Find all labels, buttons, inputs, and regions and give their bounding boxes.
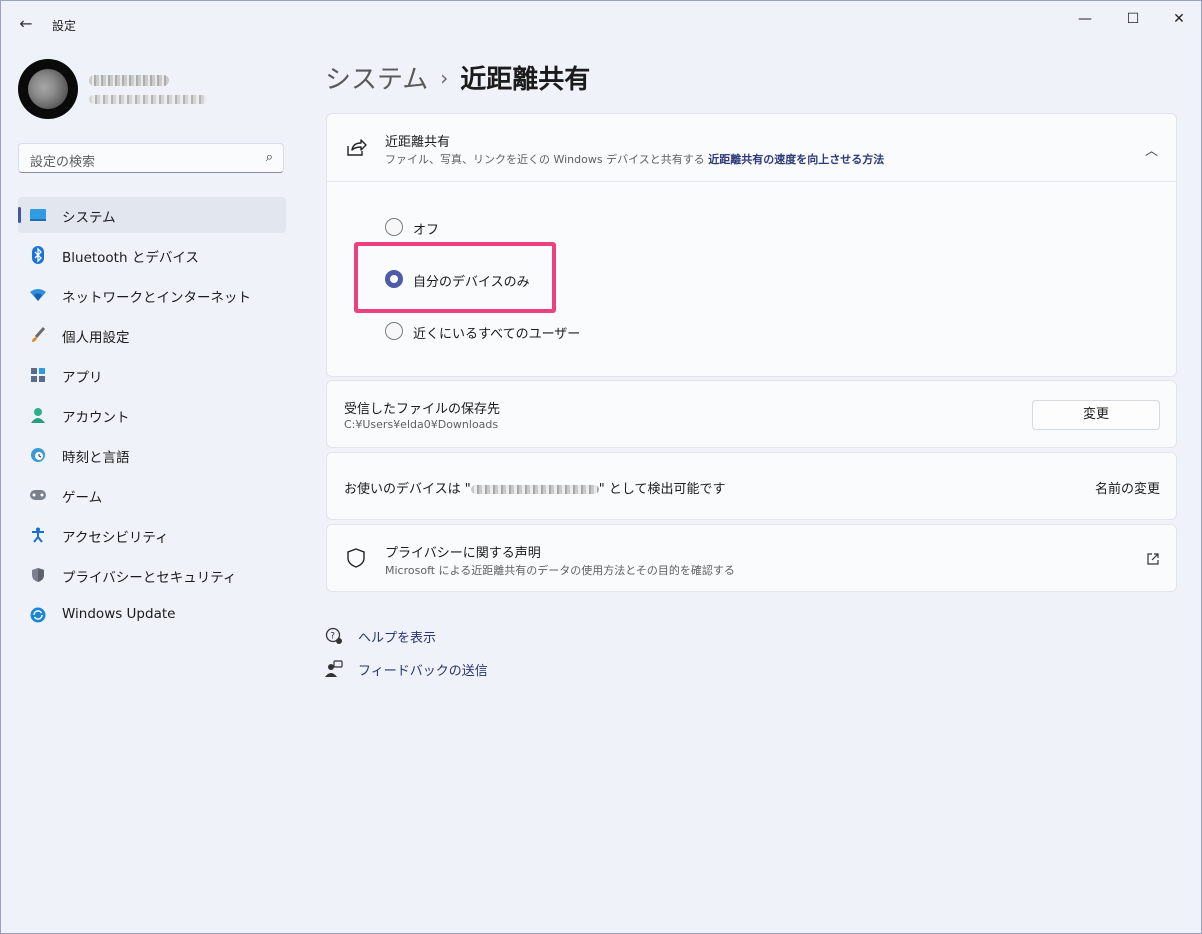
discoverable-card: お使いのデバイスは " " として検出可能です 名前の変更: [326, 452, 1177, 520]
sidebar-item-label: アカウント: [62, 410, 130, 426]
nearby-title: 近距離共有: [385, 135, 451, 150]
user-email-blurred: [89, 95, 207, 104]
nearby-speed-link[interactable]: 近距離共有の速度を向上させる方法: [708, 153, 884, 166]
feedback-label: フィードバックの送信: [358, 664, 488, 679]
radio-button[interactable]: [385, 322, 403, 340]
gamepad-icon: [29, 486, 47, 504]
user-name-blurred: [89, 75, 169, 86]
discoverable-text: お使いのデバイスは " " として検出可能です: [344, 478, 725, 497]
divider: [327, 181, 1176, 182]
rename-link[interactable]: 名前の変更: [1095, 478, 1160, 497]
accessibility-icon: [29, 526, 47, 544]
highlight-box: [354, 242, 556, 313]
privacy-card[interactable]: プライバシーに関する声明 Microsoft による近距離共有のデータの使用方法…: [326, 524, 1177, 592]
feedback-icon: [325, 660, 343, 682]
breadcrumb-parent[interactable]: システム: [325, 65, 428, 95]
sidebar-item-label: アクセシビリティ: [62, 530, 169, 546]
help-icon: ?: [325, 627, 343, 649]
bluetooth-icon: [29, 246, 47, 264]
back-arrow-icon[interactable]: ←: [15, 13, 37, 35]
chevron-right-icon: ›: [440, 66, 449, 90]
external-link-icon[interactable]: [1146, 551, 1160, 570]
save-location-title: 受信したファイルの保存先: [344, 402, 501, 417]
sidebar-item-apps[interactable]: アプリ: [18, 357, 286, 393]
account-icon: [29, 406, 47, 424]
radio-label: オフ: [413, 223, 440, 238]
sidebar-item-label: アプリ: [62, 370, 103, 386]
nearby-subtitle: ファイル、写真、リンクを近くの Windows デバイスと共有する 近距離共有の…: [385, 151, 884, 167]
sidebar-item-label: Bluetooth とデバイス: [62, 250, 199, 266]
apps-icon: [29, 366, 47, 384]
sidebar-item-label: Windows Update: [62, 606, 176, 622]
brush-icon: [29, 326, 47, 344]
nearby-subtitle-text: ファイル、写真、リンクを近くの Windows デバイスと共有する: [385, 153, 705, 166]
privacy-subtitle: Microsoft による近距離共有のデータの使用方法とその目的を確認する: [385, 564, 735, 577]
chevron-up-icon[interactable]: ︿: [1145, 140, 1158, 159]
change-button[interactable]: 変更: [1032, 400, 1160, 430]
search-input[interactable]: 設定の検索 ⌕: [18, 143, 284, 173]
sidebar-item-system[interactable]: システム: [18, 197, 286, 233]
avatar[interactable]: [18, 59, 78, 119]
moon-image: [28, 69, 68, 109]
maximize-button[interactable]: ☐: [1113, 7, 1153, 31]
sidebar-item-accounts[interactable]: アカウント: [18, 397, 286, 433]
sidebar-item-bluetooth[interactable]: Bluetooth とデバイス: [18, 237, 286, 273]
search-placeholder: 設定の検索: [30, 155, 96, 170]
app-title: 設定: [52, 19, 77, 33]
sidebar-nav: システム Bluetooth とデバイス ネットワークとインターネット 個人用設…: [18, 197, 286, 637]
sidebar-item-label: ネットワークとインターネット: [62, 290, 251, 306]
sidebar-item-label: ゲーム: [62, 490, 103, 506]
sidebar-item-label: 時刻と言語: [62, 450, 130, 466]
title-bar: ← 設定 — ☐ ✕: [1, 1, 1201, 49]
save-location-path: C:¥Users¥elda0¥Downloads: [344, 418, 499, 431]
discoverable-suffix: " として検出可能です: [598, 482, 726, 497]
sidebar-item-time-language[interactable]: 時刻と言語: [18, 437, 286, 473]
share-icon: [345, 136, 367, 158]
sidebar-item-label: システム: [62, 210, 116, 226]
shield-icon: [29, 566, 47, 584]
network-icon: [29, 286, 47, 304]
update-icon: [29, 606, 47, 624]
svg-text:?: ?: [330, 632, 335, 642]
breadcrumb: システム › 近距離共有: [325, 59, 590, 96]
system-icon: [29, 206, 47, 224]
radio-label: 近くにいるすべてのユーザー: [413, 327, 581, 342]
settings-window: ← 設定 — ☐ ✕ 設定の検索 ⌕ システム Bluetooth とデバイス: [0, 0, 1202, 934]
sidebar-item-network[interactable]: ネットワークとインターネット: [18, 277, 286, 313]
sidebar-item-accessibility[interactable]: アクセシビリティ: [18, 517, 286, 553]
search-icon: ⌕: [265, 150, 273, 165]
sidebar-item-gaming[interactable]: ゲーム: [18, 477, 286, 513]
save-location-card: 受信したファイルの保存先 C:¥Users¥elda0¥Downloads 変更: [326, 380, 1177, 448]
sidebar-item-label: 個人用設定: [62, 330, 130, 346]
sidebar-item-privacy[interactable]: プライバシーとセキュリティ: [18, 557, 286, 593]
sidebar-item-label: プライバシーとセキュリティ: [62, 570, 237, 586]
shield-outline-icon: [345, 547, 367, 569]
radio-button[interactable]: [385, 218, 403, 236]
discoverable-prefix: お使いのデバイスは ": [344, 482, 471, 497]
help-label: ヘルプを表示: [358, 631, 437, 646]
device-name-blurred: [470, 485, 599, 494]
sidebar-item-personalization[interactable]: 個人用設定: [18, 317, 286, 353]
sidebar-item-windows-update[interactable]: Windows Update: [18, 597, 286, 633]
page-title: 近距離共有: [460, 65, 591, 95]
close-button[interactable]: ✕: [1159, 7, 1199, 31]
privacy-title: プライバシーに関する声明: [385, 546, 541, 561]
minimize-button[interactable]: —: [1065, 7, 1105, 31]
time-language-icon: [29, 446, 47, 464]
